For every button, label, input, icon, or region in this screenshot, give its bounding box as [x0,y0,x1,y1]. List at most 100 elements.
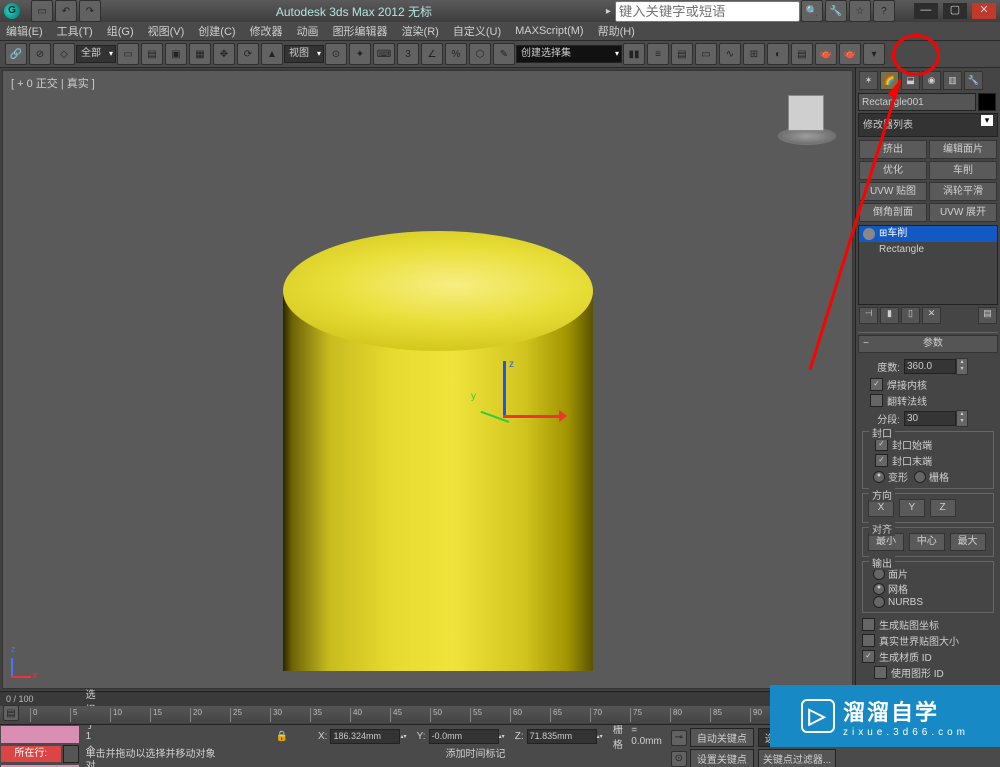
grid-radio[interactable] [914,471,926,483]
genmat-checkbox[interactable]: ✓ [862,650,875,663]
y-input[interactable] [429,729,499,744]
menu-rendering[interactable]: 渲染(R) [402,23,439,39]
mesh-radio[interactable]: ● [873,583,885,595]
rollout-params-head[interactable]: −参数 [858,335,998,353]
x-input[interactable] [330,729,400,744]
select-icon[interactable]: ▭ [117,43,139,65]
search-icon[interactable]: 🔍 [801,0,823,22]
viewport[interactable]: [ + 0 正交 | 真实 ] z y z x [2,70,853,689]
render-setup-icon[interactable]: ▤ [791,43,813,65]
qat-redo-icon[interactable]: ↷ [79,0,101,22]
macro-rec-icon[interactable] [63,745,79,763]
named-selset-dropdown[interactable]: 创建选择集 [516,45,622,63]
tab-display-icon[interactable]: ▥ [943,71,962,90]
degree-spinner[interactable]: ▴▾ [956,358,968,375]
mod-btn-extrude[interactable]: 挤出 [859,140,927,159]
tab-hierarchy-icon[interactable]: ⬓ [901,71,920,90]
help-wrench-icon[interactable]: 🔧 [825,0,847,22]
move-icon[interactable]: ✥ [213,43,235,65]
transform-gizmo[interactable]: z y [473,361,563,451]
render-prod-icon[interactable]: 🫖 [839,43,861,65]
help-search-input[interactable] [615,1,800,22]
snap-toggle-icon[interactable]: 3 [397,43,419,65]
lock-icon[interactable]: 🔒 [276,731,288,742]
pin-stack-icon[interactable]: ⊣ [859,307,878,324]
bind-icon[interactable]: ◇ [53,43,75,65]
mod-btn-uvwmap[interactable]: UVW 贴图 [859,182,927,201]
stack-item-rectangle[interactable]: Rectangle [859,242,997,258]
autokey-button[interactable]: 自动关键点 [690,728,754,747]
addtime-label[interactable]: 添加时间标记 [446,745,506,760]
ref-coord-dropdown[interactable]: 视图 [284,45,324,63]
segments-input[interactable] [904,411,956,426]
show-end-result-icon[interactable]: ▮ [880,307,899,324]
curve-editor-icon[interactable]: ∿ [719,43,741,65]
viewport-label[interactable]: [ + 0 正交 | 真实 ] [11,75,95,91]
select-name-icon[interactable]: ▤ [141,43,163,65]
selection-filter-dropdown[interactable]: 全部 [76,45,116,63]
make-unique-icon[interactable]: ▯ [901,307,920,324]
capend-checkbox[interactable]: ✓ [875,454,888,467]
menu-view[interactable]: 视图(V) [148,23,185,39]
menu-group[interactable]: 组(G) [107,23,134,39]
object-color-swatch[interactable] [978,93,996,111]
mirror-icon[interactable]: ▮▮ [623,43,645,65]
modifier-list-dropdown[interactable]: 修改器列表 [858,113,998,137]
qat-open-icon[interactable]: ▭ [31,0,53,22]
menu-create[interactable]: 创建(C) [198,23,235,39]
key-icon[interactable]: ⊙ [671,751,687,767]
remove-mod-icon[interactable]: ✕ [922,307,941,324]
menu-modifiers[interactable]: 修改器 [250,23,283,39]
tab-utilities-icon[interactable]: 🔧 [964,71,983,90]
morph-radio[interactable]: ● [873,471,885,483]
schematic-view-icon[interactable]: ⊞ [743,43,765,65]
rotate-icon[interactable]: ⟳ [237,43,259,65]
align-center-button[interactable]: 中心 [909,533,945,551]
unlink-icon[interactable]: ⊘ [29,43,51,65]
modifier-stack[interactable]: ⊞ 车削 Rectangle [858,225,998,305]
material-editor-icon[interactable]: ◐ [767,43,789,65]
object-name-input[interactable] [858,93,976,111]
menu-help[interactable]: 帮助(H) [598,23,635,39]
graphite-ribbon-icon[interactable]: ▭ [695,43,717,65]
maximize-button[interactable]: ▢ [943,3,967,19]
setkey-button[interactable]: 设置关键点 [690,749,754,767]
window-crossing-icon[interactable]: ▦ [189,43,211,65]
tab-modify-icon[interactable]: 🌈 [880,71,899,90]
pivot-icon[interactable]: ⊙ [325,43,347,65]
manipulate-icon[interactable]: ✦ [349,43,371,65]
tab-motion-icon[interactable]: ◉ [922,71,941,90]
tab-create-icon[interactable]: ✶ [859,71,878,90]
minimize-button[interactable]: — [914,3,938,19]
mod-btn-optimize[interactable]: 优化 [859,161,927,180]
align-max-button[interactable]: 最大 [950,533,986,551]
favorite-icon[interactable]: ☆ [849,0,871,22]
script-panel-top[interactable] [1,726,79,743]
genmap-checkbox[interactable] [862,618,875,631]
mod-btn-uvwunwrap[interactable]: UVW 展开 [929,203,997,222]
menu-grapheditors[interactable]: 图形编辑器 [333,23,388,39]
keyboard-shortcut-icon[interactable]: ⌨ [373,43,395,65]
layers-icon[interactable]: ▤ [671,43,693,65]
close-button[interactable]: ✕ [972,3,996,19]
menu-edit[interactable]: 编辑(E) [6,23,43,39]
dir-y-button[interactable]: Y [899,499,925,517]
weldcore-checkbox[interactable]: ✓ [870,378,883,391]
segments-spinner[interactable]: ▴▾ [956,410,968,427]
key-mode-icon[interactable]: ⊸ [671,730,687,746]
percent-snap-icon[interactable]: % [445,43,467,65]
stack-eye-icon[interactable] [863,228,875,240]
flipnorm-checkbox[interactable] [870,394,883,407]
nurbs-radio[interactable] [873,596,885,608]
keyfilter-button[interactable]: 关键点过滤器... [758,749,836,767]
mod-btn-editpatch[interactable]: 编辑面片 [929,140,997,159]
configure-sets-icon[interactable]: ▤ [978,307,997,324]
menu-customize[interactable]: 自定义(U) [453,23,501,39]
mod-btn-lathe[interactable]: 车削 [929,161,997,180]
z-input[interactable] [527,729,597,744]
dir-z-button[interactable]: Z [930,499,956,517]
align-icon[interactable]: ≡ [647,43,669,65]
link-icon[interactable]: 🔗 [5,43,27,65]
useshape-checkbox[interactable] [874,666,887,679]
scale-icon[interactable]: ▲ [261,43,283,65]
